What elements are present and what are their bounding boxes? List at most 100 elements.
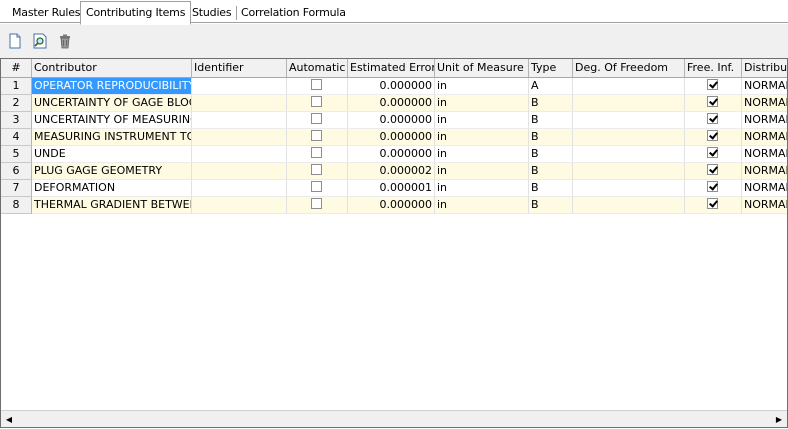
- cell-unit-of-measure[interactable]: in: [435, 112, 529, 129]
- cell-type[interactable]: B: [529, 180, 573, 197]
- cell-type[interactable]: B: [529, 112, 573, 129]
- cell-distribution[interactable]: NORMAL: [742, 197, 787, 214]
- cell-identifier[interactable]: [192, 180, 287, 197]
- cell-contributor[interactable]: OPERATOR REPRODUCIBILITY: [32, 78, 192, 95]
- free-inf-checkbox[interactable]: [707, 130, 718, 141]
- cell-deg-of-freedom[interactable]: [573, 112, 685, 129]
- col-header-number[interactable]: #: [1, 59, 32, 77]
- automatic-checkbox[interactable]: [311, 113, 322, 124]
- col-header-deg-of-freedom[interactable]: Deg. Of Freedom: [573, 59, 685, 77]
- free-inf-checkbox[interactable]: [707, 96, 718, 107]
- preview-search-icon[interactable]: [30, 31, 50, 51]
- cell-automatic[interactable]: [287, 95, 348, 112]
- scroll-left-arrow-icon[interactable]: ◀: [1, 411, 17, 427]
- col-header-automatic[interactable]: Automatic: [287, 59, 348, 77]
- cell-identifier[interactable]: [192, 163, 287, 180]
- cell-deg-of-freedom[interactable]: [573, 78, 685, 95]
- cell-contributor[interactable]: PLUG GAGE GEOMETRY: [32, 163, 192, 180]
- col-header-distribution[interactable]: Distributi: [742, 59, 787, 77]
- free-inf-checkbox[interactable]: [707, 181, 718, 192]
- horizontal-scrollbar[interactable]: ◀ ▶: [1, 410, 787, 427]
- cell-distribution[interactable]: NORMAL: [742, 95, 787, 112]
- cell-contributor[interactable]: MEASURING INSTRUMENT TO AF: [32, 129, 192, 146]
- free-inf-checkbox[interactable]: [707, 198, 718, 209]
- automatic-checkbox[interactable]: [311, 79, 322, 90]
- free-inf-checkbox[interactable]: [707, 164, 718, 175]
- cell-deg-of-freedom[interactable]: [573, 197, 685, 214]
- cell-free-inf[interactable]: [685, 112, 742, 129]
- cell-free-inf[interactable]: [685, 129, 742, 146]
- cell-automatic[interactable]: [287, 112, 348, 129]
- cell-unit-of-measure[interactable]: in: [435, 180, 529, 197]
- col-header-unit-of-measure[interactable]: Unit of Measure: [435, 59, 529, 77]
- cell-automatic[interactable]: [287, 78, 348, 95]
- col-header-free-inf[interactable]: Free. Inf.: [685, 59, 742, 77]
- cell-automatic[interactable]: [287, 146, 348, 163]
- cell-automatic[interactable]: [287, 197, 348, 214]
- tab-studies[interactable]: Studies: [187, 4, 236, 22]
- cell-distribution[interactable]: NORMAL: [742, 129, 787, 146]
- table-row[interactable]: 5 UNDE 0.000000 in B NORMAL: [1, 146, 787, 163]
- cell-automatic[interactable]: [287, 163, 348, 180]
- trash-icon[interactable]: [55, 31, 75, 51]
- table-row[interactable]: 1 OPERATOR REPRODUCIBILITY 0.000000 in A NORM…: [1, 78, 787, 95]
- cell-distribution[interactable]: NORMAL: [742, 163, 787, 180]
- automatic-checkbox[interactable]: [311, 147, 322, 158]
- free-inf-checkbox[interactable]: [707, 79, 718, 90]
- cell-type[interactable]: B: [529, 163, 573, 180]
- cell-estimated-error[interactable]: 0.000000: [348, 129, 435, 146]
- row-number[interactable]: 7: [1, 180, 32, 197]
- cell-distribution[interactable]: NORMAL: [742, 180, 787, 197]
- row-number[interactable]: 3: [1, 112, 32, 129]
- cell-contributor[interactable]: DEFORMATION: [32, 180, 192, 197]
- cell-distribution[interactable]: NORMAL: [742, 146, 787, 163]
- automatic-checkbox[interactable]: [311, 198, 322, 209]
- cell-estimated-error[interactable]: 0.000000: [348, 78, 435, 95]
- col-header-identifier[interactable]: Identifier: [192, 59, 287, 77]
- cell-contributor[interactable]: UNCERTAINTY OF GAGE BLOCKS: [32, 95, 192, 112]
- cell-estimated-error[interactable]: 0.000000: [348, 146, 435, 163]
- col-header-type[interactable]: Type: [529, 59, 573, 77]
- table-row[interactable]: 4 MEASURING INSTRUMENT TO AF 0.000000 in B NO…: [1, 129, 787, 146]
- table-row[interactable]: 6 PLUG GAGE GEOMETRY 0.000002 in B NORMAL: [1, 163, 787, 180]
- cell-deg-of-freedom[interactable]: [573, 180, 685, 197]
- cell-contributor[interactable]: UNCERTAINTY OF MEASURING M: [32, 112, 192, 129]
- row-number[interactable]: 1: [1, 78, 32, 95]
- automatic-checkbox[interactable]: [311, 130, 322, 141]
- cell-distribution[interactable]: NORMAL: [742, 112, 787, 129]
- cell-estimated-error[interactable]: 0.000000: [348, 95, 435, 112]
- cell-type[interactable]: B: [529, 129, 573, 146]
- free-inf-checkbox[interactable]: [707, 147, 718, 158]
- cell-identifier[interactable]: [192, 197, 287, 214]
- tab-correlation-formula[interactable]: Correlation Formula: [236, 4, 351, 22]
- row-number[interactable]: 2: [1, 95, 32, 112]
- tab-master-rules[interactable]: Master Rules: [7, 4, 85, 22]
- cell-free-inf[interactable]: [685, 146, 742, 163]
- automatic-checkbox[interactable]: [311, 96, 322, 107]
- cell-identifier[interactable]: [192, 112, 287, 129]
- cell-deg-of-freedom[interactable]: [573, 129, 685, 146]
- col-header-estimated-error[interactable]: Estimated Error: [348, 59, 435, 77]
- cell-identifier[interactable]: [192, 146, 287, 163]
- cell-type[interactable]: B: [529, 197, 573, 214]
- cell-unit-of-measure[interactable]: in: [435, 197, 529, 214]
- cell-contributor[interactable]: THERMAL GRADIENT BETWEEN M: [32, 197, 192, 214]
- cell-deg-of-freedom[interactable]: [573, 146, 685, 163]
- cell-distribution[interactable]: NORMAL: [742, 78, 787, 95]
- cell-estimated-error[interactable]: 0.000000: [348, 112, 435, 129]
- cell-automatic[interactable]: [287, 180, 348, 197]
- cell-type[interactable]: B: [529, 146, 573, 163]
- row-number[interactable]: 8: [1, 197, 32, 214]
- cell-unit-of-measure[interactable]: in: [435, 129, 529, 146]
- scroll-right-arrow-icon[interactable]: ▶: [771, 411, 787, 427]
- cell-type[interactable]: B: [529, 95, 573, 112]
- table-row[interactable]: 8 THERMAL GRADIENT BETWEEN M 0.000000 in B NO…: [1, 197, 787, 214]
- cell-identifier[interactable]: [192, 78, 287, 95]
- row-number[interactable]: 4: [1, 129, 32, 146]
- free-inf-checkbox[interactable]: [707, 113, 718, 124]
- automatic-checkbox[interactable]: [311, 164, 322, 175]
- row-number[interactable]: 5: [1, 146, 32, 163]
- row-number[interactable]: 6: [1, 163, 32, 180]
- col-header-contributor[interactable]: Contributor: [32, 59, 192, 77]
- cell-unit-of-measure[interactable]: in: [435, 163, 529, 180]
